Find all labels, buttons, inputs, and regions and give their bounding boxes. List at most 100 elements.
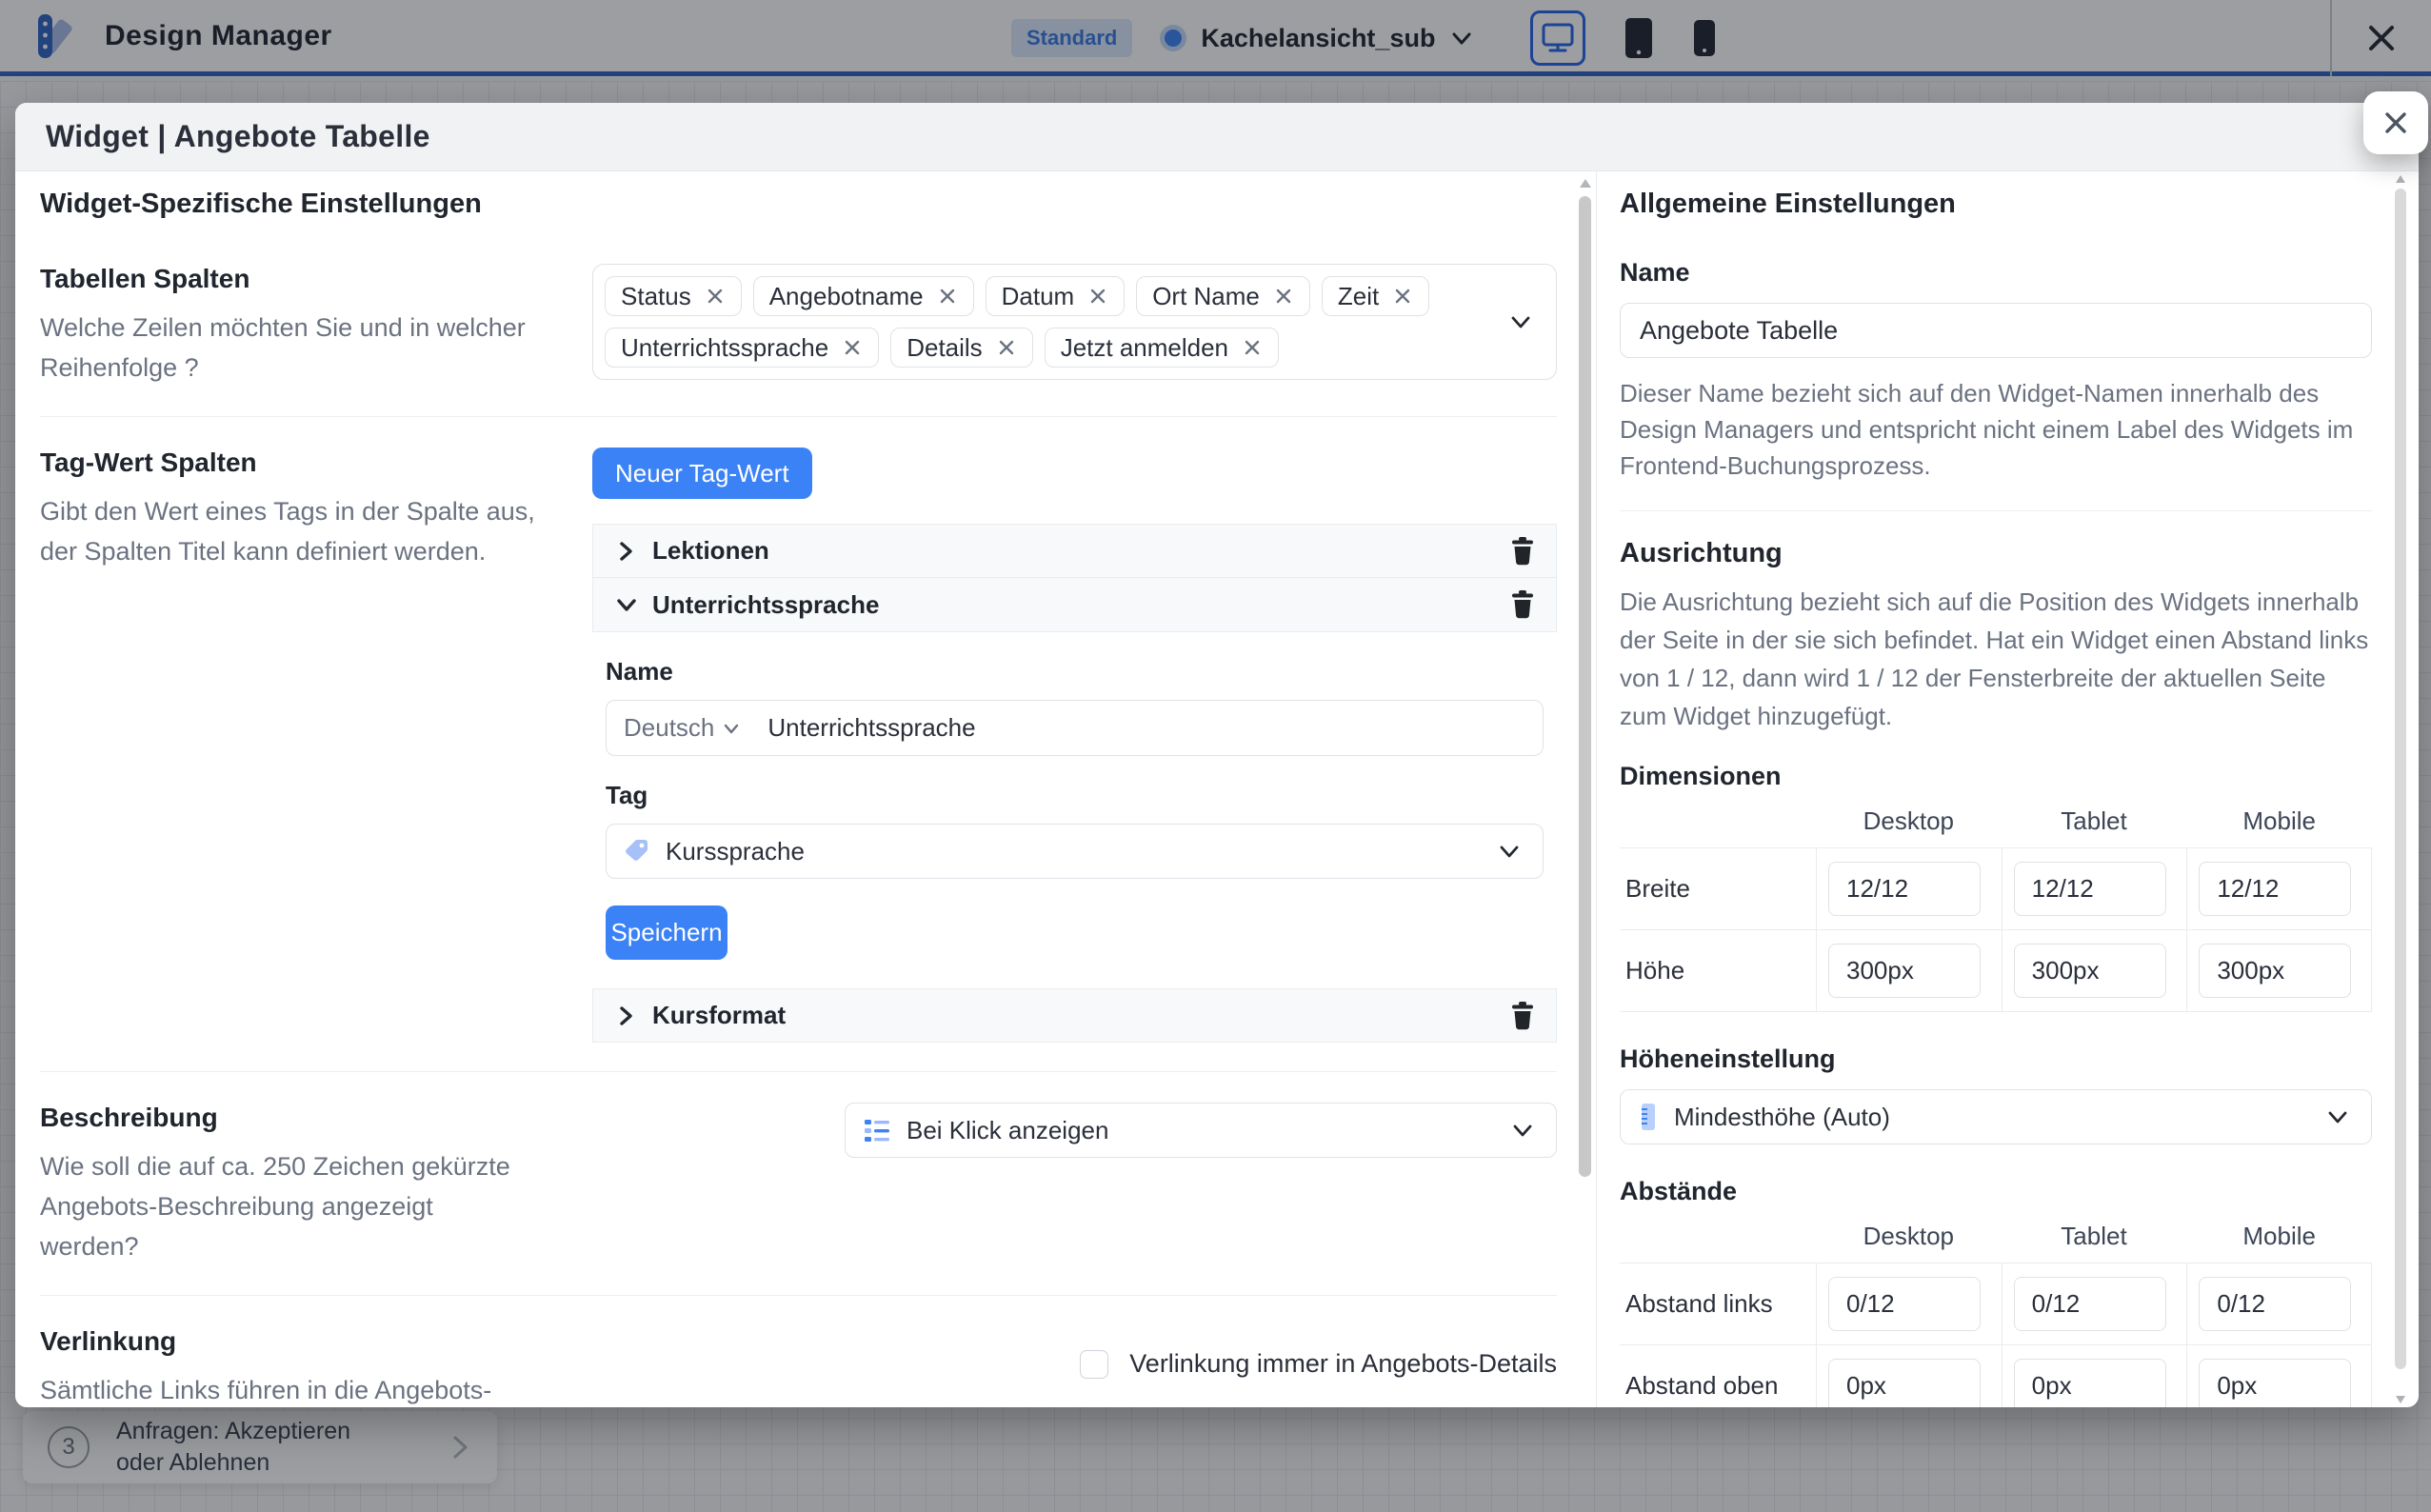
chip-remove-icon[interactable] xyxy=(842,337,863,358)
table-row-breite: Breite 12/12 12/12 12/12 xyxy=(1620,847,2372,929)
description-display-select[interactable]: Bei Klick anzeigen xyxy=(845,1103,1557,1158)
dimensionen-label: Dimensionen xyxy=(1620,762,2372,791)
section-desc: Gibt den Wert eines Tags in der Spalte a… xyxy=(40,491,592,571)
section-divider xyxy=(40,1295,1557,1296)
section-tag-wert-spalten: Tag-Wert Spalten Gibt den Wert eines Tag… xyxy=(40,448,1557,1043)
trash-icon[interactable] xyxy=(1510,1002,1535,1030)
height-setting-value: Mindesthöhe (Auto) xyxy=(1674,1103,1890,1132)
right-panel-scrollbar[interactable] xyxy=(2395,175,2406,1403)
chevron-down-icon xyxy=(1508,1116,1537,1144)
ausrichtung-desc: Die Ausrichtung bezieht sich auf die Pos… xyxy=(1620,583,2372,735)
hoehe-mobile-input[interactable]: 300px xyxy=(2199,944,2351,998)
tag-select-value: Kurssprache xyxy=(666,837,805,866)
hoeheneinstellung-label: Höheneinstellung xyxy=(1620,1044,2372,1074)
modal-close-button[interactable] xyxy=(2363,91,2428,154)
tag-select[interactable]: Kurssprache xyxy=(606,824,1544,879)
chip-remove-icon[interactable] xyxy=(1242,337,1263,358)
column-header: Tablet xyxy=(2002,806,2187,847)
section-divider xyxy=(40,416,1557,417)
hoehe-desktop-input[interactable]: 300px xyxy=(1828,944,1981,998)
section-tabellen-spalten: Tabellen Spalten Welche Zeilen möchten S… xyxy=(40,264,1557,388)
verlinkung-checkbox-label: Verlinkung immer in Angebots-Details xyxy=(1129,1349,1557,1379)
scrollbar-thumb[interactable] xyxy=(2395,189,2406,1369)
table-columns-multiselect[interactable]: Status Angebotname Datum Ort Name Zeit U… xyxy=(592,264,1557,380)
chevron-down-icon xyxy=(722,719,741,738)
widget-name-input[interactable]: Angebote Tabelle xyxy=(1620,303,2372,358)
breite-tablet-input[interactable]: 12/12 xyxy=(2014,862,2166,916)
tag-name-input[interactable]: Deutsch Unterrichtssprache xyxy=(606,700,1544,756)
section-verlinkung: Verlinkung Sämtliche Links führen in die… xyxy=(40,1326,1557,1407)
column-chip[interactable]: Unterrichtssprache xyxy=(605,328,879,368)
abstand-oben-mobile-input[interactable]: 0px xyxy=(2199,1359,2351,1407)
column-header: Tablet xyxy=(2002,1222,2187,1263)
column-header: Desktop xyxy=(1816,1222,2002,1263)
column-chip[interactable]: Status xyxy=(605,276,742,316)
chevron-down-icon[interactable] xyxy=(614,593,652,616)
chip-remove-icon[interactable] xyxy=(937,286,958,307)
tag-icon xyxy=(624,838,650,865)
trash-icon[interactable] xyxy=(1510,590,1535,619)
language-selector[interactable]: Deutsch xyxy=(624,713,741,743)
column-header: Mobile xyxy=(2186,806,2372,847)
abstand-links-mobile-input[interactable]: 0/12 xyxy=(2199,1277,2351,1331)
section-desc: Welche Zeilen möchten Sie und in welcher… xyxy=(40,308,592,388)
dimensionen-table: Desktop Tablet Mobile Breite 12/12 12/12… xyxy=(1620,806,2372,1012)
left-panel-scrollbar[interactable] xyxy=(1578,171,1593,1407)
chevron-down-icon[interactable] xyxy=(1506,308,1535,336)
name-label: Name xyxy=(1620,258,2372,288)
section-desc: Sämtliche Links führen in die Angebots-D… xyxy=(40,1370,592,1407)
scroll-up-arrow-icon[interactable] xyxy=(2396,175,2405,183)
column-header: Mobile xyxy=(2186,1222,2372,1263)
section-desc: Wie soll die auf ca. 250 Zeichen gekürzt… xyxy=(40,1146,592,1266)
new-tag-value-button[interactable]: Neuer Tag-Wert xyxy=(592,448,812,499)
abstand-links-tablet-input[interactable]: 0/12 xyxy=(2014,1277,2166,1331)
modal-header: Widget | Angebote Tabelle xyxy=(15,103,2419,171)
column-chip[interactable]: Details xyxy=(890,328,1032,368)
accordion-item-unterrichtssprache[interactable]: Unterrichtssprache xyxy=(592,578,1557,632)
chip-remove-icon[interactable] xyxy=(1087,286,1108,307)
column-chip[interactable]: Angebotname xyxy=(753,276,974,316)
modal-title: Widget | Angebote Tabelle xyxy=(46,119,430,154)
abstand-oben-desktop-input[interactable]: 0px xyxy=(1828,1359,1981,1407)
column-chip[interactable]: Datum xyxy=(986,276,1126,316)
chip-remove-icon[interactable] xyxy=(1273,286,1294,307)
hoehe-tablet-input[interactable]: 300px xyxy=(2014,944,2166,998)
abstand-oben-tablet-input[interactable]: 0px xyxy=(2014,1359,2166,1407)
accordion-item-kursformat[interactable]: Kursformat xyxy=(592,988,1557,1043)
accordion-item-lektionen[interactable]: Lektionen xyxy=(592,524,1557,578)
widget-specific-settings-panel: Widget-Spezifische Einstellungen Tabelle… xyxy=(15,171,1578,1407)
abstaende-table: Desktop Tablet Mobile Abstand links 0/12… xyxy=(1620,1222,2372,1407)
description-select-value: Bei Klick anzeigen xyxy=(907,1116,1108,1145)
name-help-text: Dieser Name bezieht sich auf den Widget-… xyxy=(1620,375,2372,484)
chip-remove-icon[interactable] xyxy=(1392,286,1413,307)
tag-value-editor: Name Deutsch Unterrichtssprache xyxy=(592,657,1557,988)
breite-mobile-input[interactable]: 12/12 xyxy=(2199,862,2351,916)
tag-field-label: Tag xyxy=(606,781,1544,810)
chip-remove-icon[interactable] xyxy=(705,286,726,307)
column-header: Desktop xyxy=(1816,806,2002,847)
column-chip[interactable]: Jetzt anmelden xyxy=(1045,328,1279,368)
height-setting-select[interactable]: Mindesthöhe (Auto) xyxy=(1620,1089,2372,1144)
abstand-links-desktop-input[interactable]: 0/12 xyxy=(1828,1277,1981,1331)
table-row-abstand-links: Abstand links 0/12 0/12 0/12 xyxy=(1620,1263,2372,1344)
chip-remove-icon[interactable] xyxy=(996,337,1017,358)
tag-name-value[interactable]: Unterrichtssprache xyxy=(767,713,975,743)
name-field-label: Name xyxy=(606,657,1544,686)
widget-settings-modal: Widget | Angebote Tabelle Widget-Spezifi… xyxy=(15,103,2419,1407)
scroll-down-arrow-icon[interactable] xyxy=(2396,1396,2405,1403)
section-title: Beschreibung xyxy=(40,1103,592,1133)
chevron-right-icon[interactable] xyxy=(614,539,652,564)
scrollbar-thumb[interactable] xyxy=(1579,196,1591,1177)
column-chip[interactable]: Ort Name xyxy=(1136,276,1310,316)
breite-desktop-input[interactable]: 12/12 xyxy=(1828,862,1981,916)
chevron-right-icon[interactable] xyxy=(614,1004,652,1028)
section-divider xyxy=(40,1071,1557,1072)
trash-icon[interactable] xyxy=(1510,537,1535,566)
save-button[interactable]: Speichern xyxy=(606,905,727,960)
scroll-up-arrow-icon[interactable] xyxy=(1580,179,1591,188)
verlinkung-checkbox[interactable] xyxy=(1080,1350,1108,1379)
chevron-down-icon xyxy=(1495,837,1524,865)
column-chip[interactable]: Zeit xyxy=(1322,276,1429,316)
abstaende-label: Abstände xyxy=(1620,1177,2372,1206)
left-panel-heading: Widget-Spezifische Einstellungen xyxy=(40,189,1557,220)
